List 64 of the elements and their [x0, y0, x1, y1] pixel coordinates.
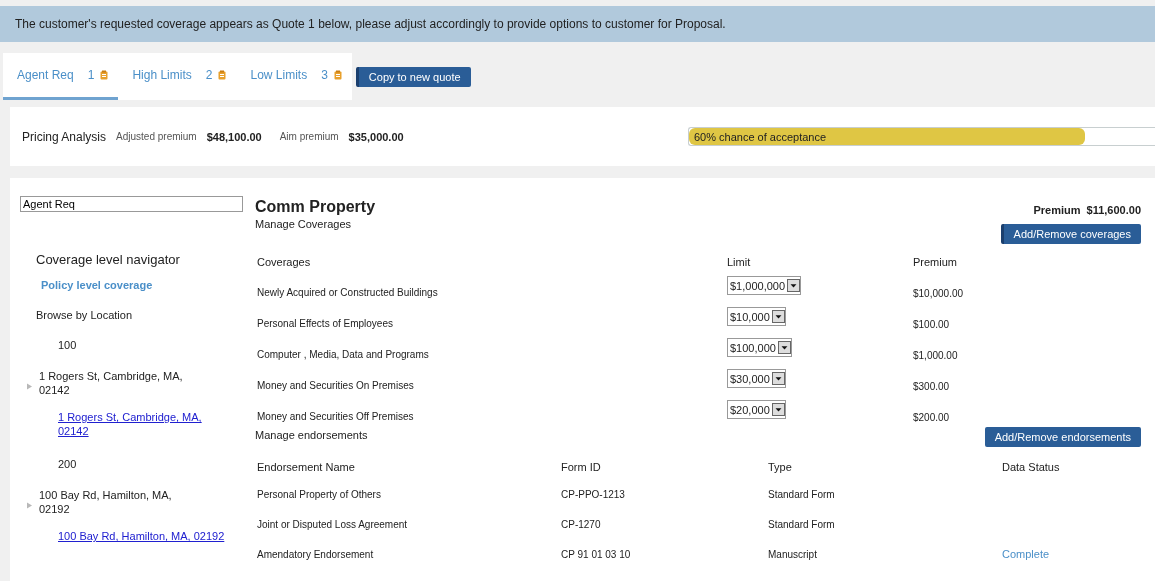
adjusted-premium-label: Adjusted premium — [116, 131, 197, 142]
location-address: 100 Bay Rd, Hamilton, MA, 02192 — [39, 488, 173, 516]
endorsement-name: Joint or Disputed Loss Agreement — [257, 518, 409, 530]
collapsed-arrow-icon[interactable] — [26, 382, 33, 390]
coverage-name: Computer , Media, Data and Programs — [257, 349, 430, 360]
column-header: Limit — [727, 256, 752, 268]
info-banner: The customer's requested coverage appears as Quote 1 below, please adjust accordingly to provide options to customer for Proposal. — [0, 6, 1155, 42]
acceptance-fill: 60% chance of acceptance — [689, 128, 1086, 145]
location-number: 100 — [58, 339, 78, 351]
browse-location-label: Browse by Location — [36, 309, 133, 321]
location-number: 200 — [58, 458, 78, 470]
coverage-premium: $300.00 — [913, 381, 951, 392]
form-type: Standard Form — [768, 518, 836, 530]
limit-dropdown[interactable]: $30,000 — [727, 369, 786, 388]
limit-dropdown[interactable]: $1,000,000 — [727, 276, 802, 295]
form-type: Standard Form — [768, 488, 836, 500]
location-link[interactable]: 100 Bay Rd, Hamilton, MA, 02192 — [58, 529, 255, 543]
column-header: Premium — [913, 256, 958, 268]
quote-tab[interactable]: High Limits 2 — [118, 53, 237, 100]
aim-premium-label: Aim premium — [279, 131, 339, 142]
coverage-premium: $100.00 — [913, 319, 951, 330]
form-type: Manuscript — [768, 548, 818, 560]
coverage-premium: $200.00 — [913, 412, 951, 423]
quote-name-field[interactable]: Agent Req — [20, 196, 243, 212]
endorsement-name: Amendatory Endorsement — [257, 548, 375, 560]
coverage-name: Money and Securities Off Premises — [257, 411, 415, 422]
coverage-name: Newly Acquired or Constructed Buildings — [257, 287, 439, 298]
quote-tab[interactable]: Low Limits 3 — [236, 53, 352, 100]
copy-quote-button[interactable]: Copy to new quote — [355, 66, 471, 87]
add-remove-endorsements-button[interactable]: Add/Remove endorsements — [984, 427, 1141, 447]
limit-dropdown[interactable]: $10,000 — [727, 307, 786, 326]
line-title: Comm Property — [255, 198, 376, 216]
limit-dropdown[interactable]: $20,000 — [727, 400, 786, 419]
premium-total: $11,600.00 — [1086, 204, 1141, 216]
premium-label: Premium — [1033, 204, 1081, 216]
collapsed-arrow-icon[interactable] — [26, 501, 33, 509]
limit-dropdown[interactable]: $100,000 — [727, 338, 792, 357]
coverage-name: Personal Effects of Employees — [257, 318, 394, 329]
column-header: Data Status — [1002, 461, 1061, 473]
add-remove-coverages-button[interactable]: Add/Remove coverages — [1000, 224, 1141, 244]
column-header: Form ID — [561, 461, 602, 473]
aim-premium-value: $35,000.00 — [348, 130, 404, 143]
endorsement-name: Personal Property of Others — [257, 488, 382, 500]
form-id: CP-PPO-1213 — [561, 488, 626, 500]
column-header: Type — [768, 461, 793, 473]
coverage-premium: $1,000.00 — [913, 350, 959, 361]
form-id: CP 91 01 03 10 — [561, 548, 632, 560]
navigator-title: Coverage level navigator — [36, 252, 181, 267]
column-header: Endorsement Name — [257, 461, 356, 473]
form-id: CP-1270 — [561, 518, 602, 530]
clipboard-icon[interactable] — [333, 70, 342, 80]
adjusted-premium-value: $48,100.00 — [206, 130, 262, 143]
quote-tab[interactable]: Agent Req 1 — [3, 53, 119, 100]
location-link[interactable]: 1 Rogers St, Cambridge, MA, 02142 — [58, 410, 208, 438]
clipboard-icon[interactable] — [218, 70, 227, 80]
endorsements-section-title: Manage endorsements — [255, 429, 368, 441]
column-header: Coverages — [257, 256, 312, 268]
pricing-title: Pricing Analysis — [22, 129, 107, 144]
coverage-premium: $10,000.00 — [913, 288, 965, 299]
data-status-link[interactable]: Complete — [1002, 548, 1141, 560]
coverages-section-title: Manage Coverages — [255, 218, 351, 230]
location-address: 1 Rogers St, Cambridge, MA, 02142 — [39, 369, 184, 397]
coverage-name: Money and Securities On Premises — [257, 380, 415, 391]
clipboard-icon[interactable] — [100, 70, 109, 80]
